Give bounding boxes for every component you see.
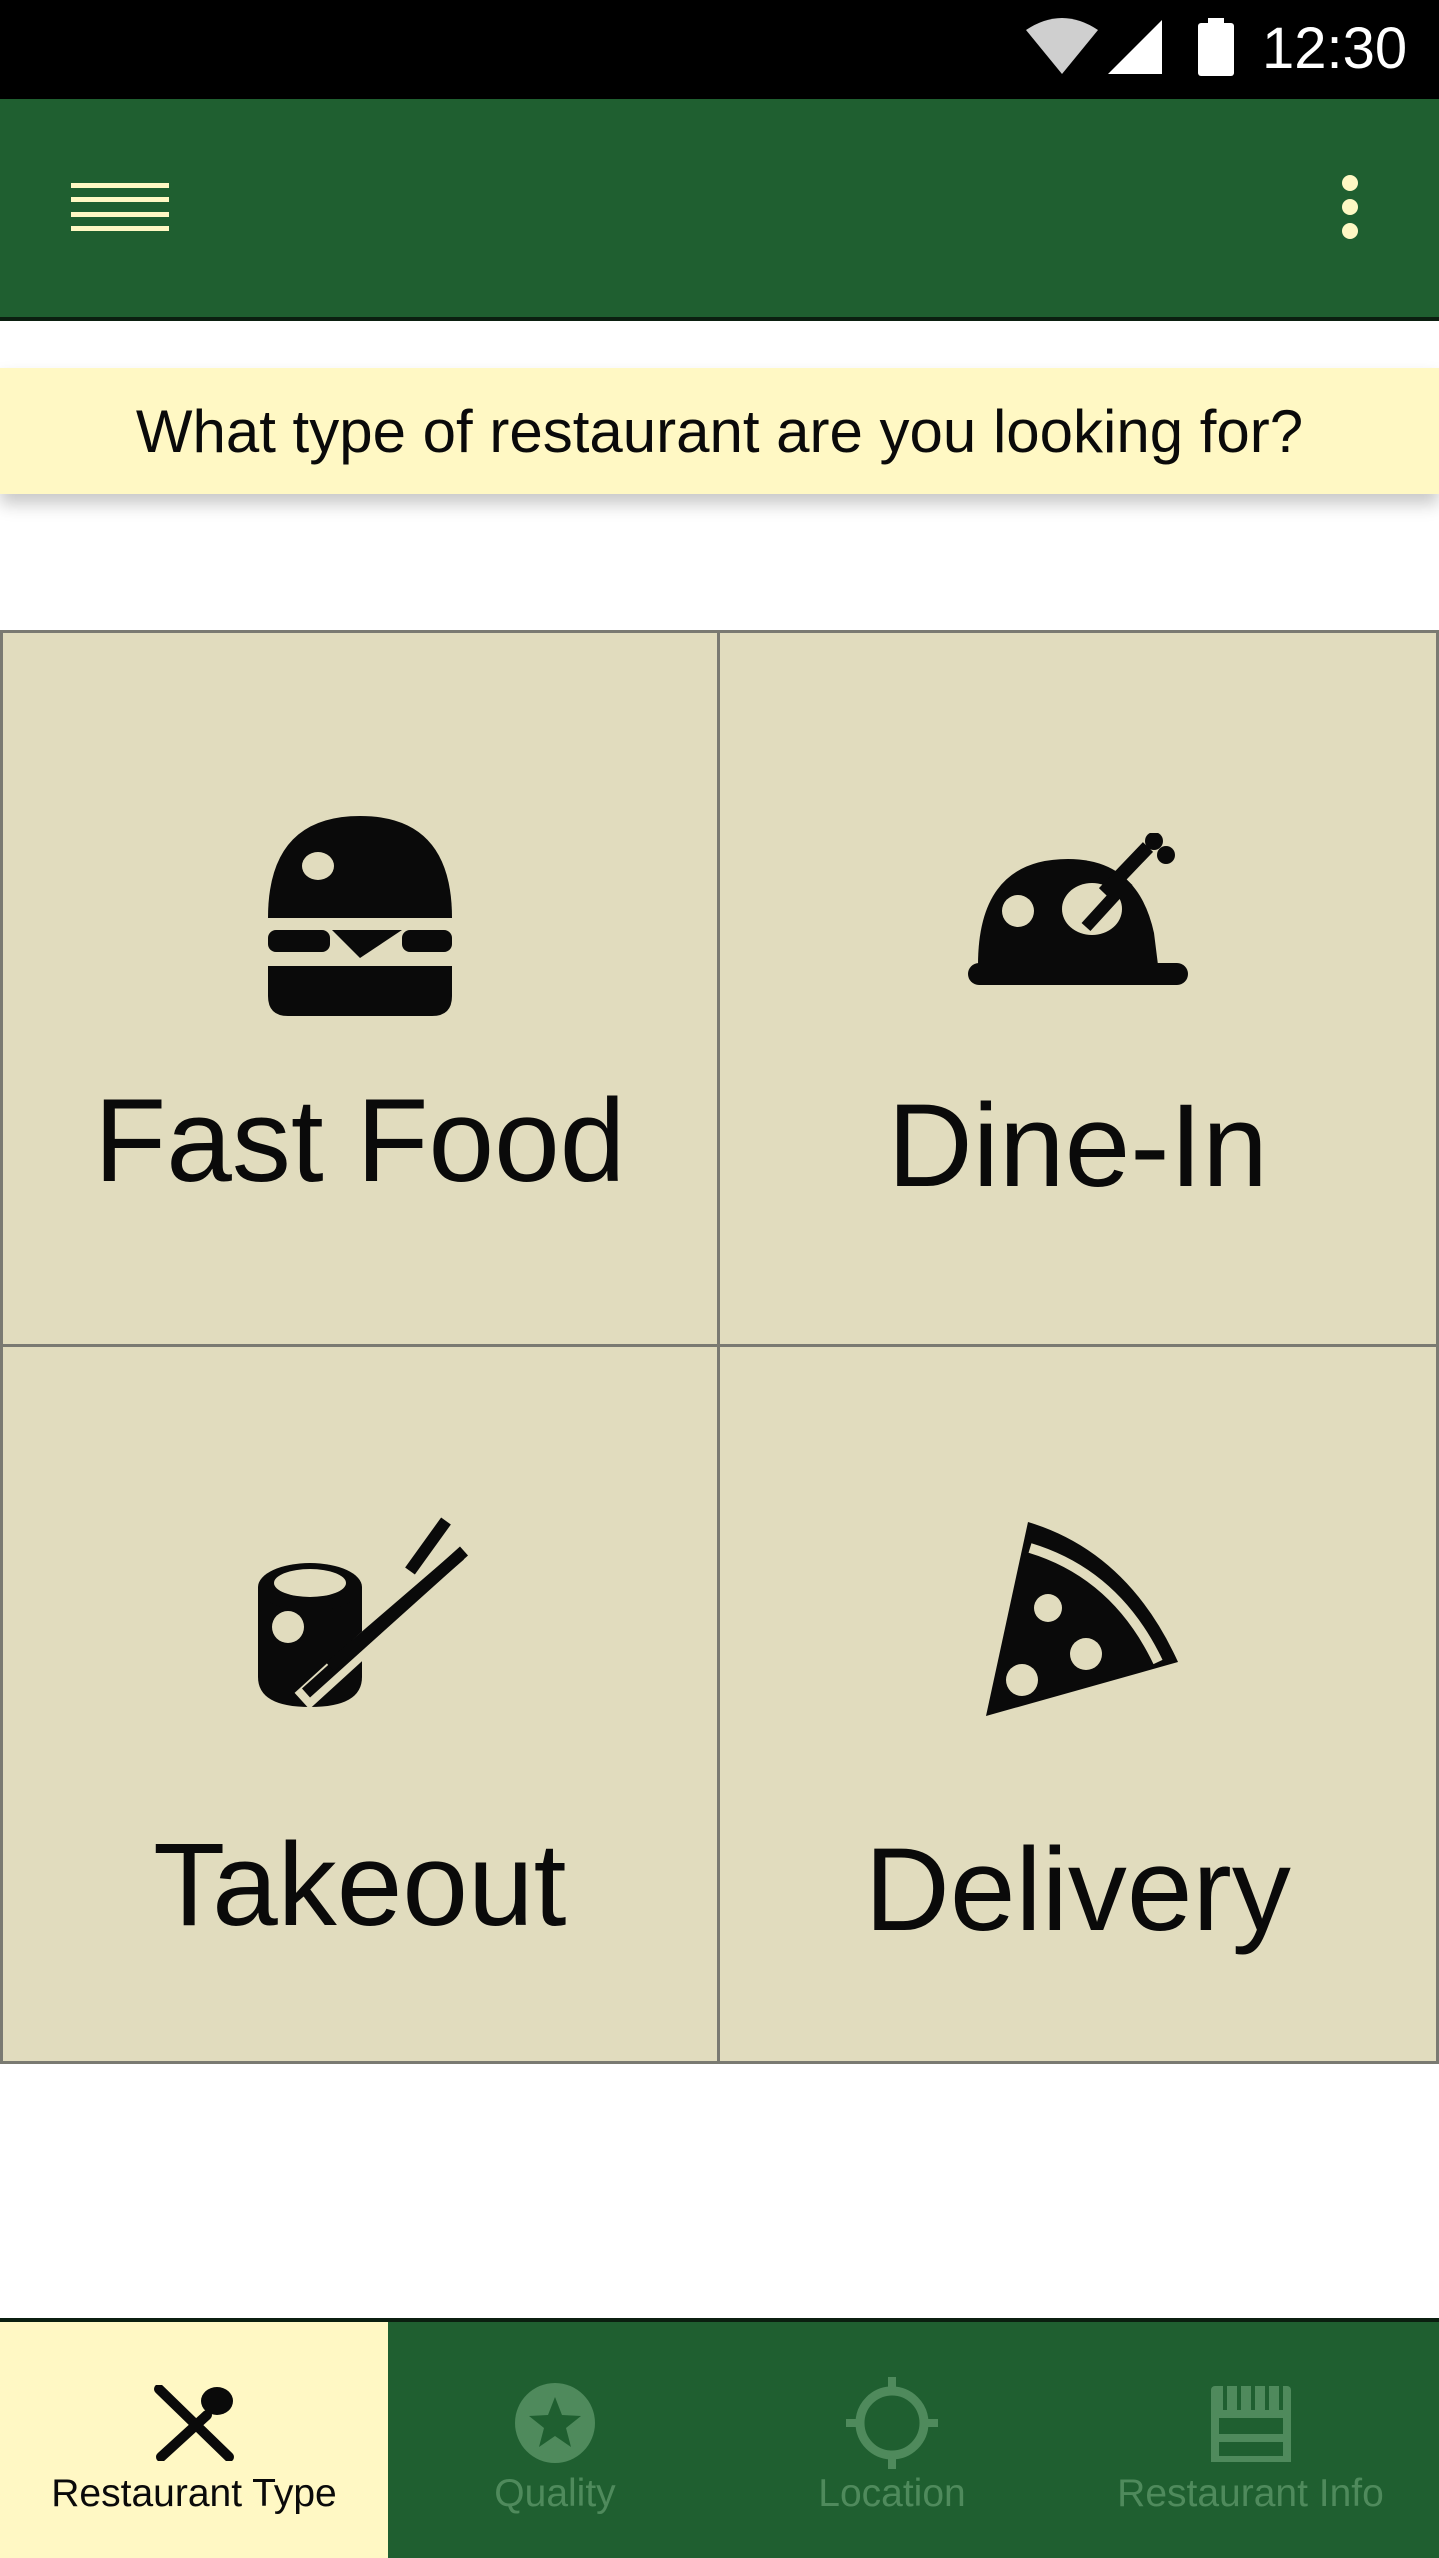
type-tile-takeout[interactable]: Takeout <box>3 1347 720 2061</box>
bottom-navigation: Restaurant Type Quality Location Restaur… <box>0 2318 1439 2558</box>
nav-item-quality[interactable]: Quality <box>388 2322 722 2558</box>
menu-button[interactable] <box>40 159 200 259</box>
app-bar <box>0 99 1439 321</box>
location-target-icon <box>842 2377 942 2469</box>
nav-item-restaurant-type[interactable]: Restaurant Type <box>0 2322 388 2558</box>
type-label: Delivery <box>864 1824 1291 1956</box>
signal-icon <box>1106 18 1164 81</box>
star-badge-icon <box>505 2378 605 2468</box>
type-tile-dine-in[interactable]: Dine-In <box>719 633 1436 1347</box>
burger-icon <box>240 803 480 1023</box>
nav-item-location[interactable]: Location <box>722 2322 1062 2558</box>
status-bar: 12:30 <box>0 0 1439 99</box>
prompt-text: What type of restaurant are you looking … <box>135 397 1304 465</box>
type-tile-fast-food[interactable]: Fast Food <box>3 633 720 1347</box>
roast-chicken-icon <box>958 803 1198 1023</box>
wifi-icon <box>1024 16 1100 81</box>
nav-label: Restaurant Info <box>1117 2472 1384 2515</box>
battery-icon <box>1196 18 1236 81</box>
more-vert-icon <box>1340 174 1360 245</box>
type-label: Fast Food <box>94 1075 626 1207</box>
type-label: Dine-In <box>887 1080 1268 1212</box>
fork-spoon-icon <box>144 2378 244 2468</box>
nav-label: Location <box>818 2472 966 2515</box>
prompt-banner: What type of restaurant are you looking … <box>0 368 1439 494</box>
sushi-chopsticks-icon <box>240 1507 480 1727</box>
hamburger-menu-icon <box>71 182 169 236</box>
nav-label: Quality <box>494 2472 616 2515</box>
overflow-menu-button[interactable] <box>1300 159 1400 259</box>
type-label: Takeout <box>153 1819 567 1951</box>
type-tile-delivery[interactable]: Delivery <box>719 1347 1436 2061</box>
nav-label: Restaurant Type <box>51 2472 337 2515</box>
pizza-slice-icon <box>958 1507 1198 1727</box>
status-time: 12:30 <box>1262 16 1408 81</box>
restaurant-type-grid: Fast Food Dine-In Takeout Delivery <box>0 630 1439 2064</box>
nav-item-restaurant-info[interactable]: Restaurant Info <box>1062 2322 1439 2558</box>
storefront-icon <box>1201 2378 1301 2468</box>
